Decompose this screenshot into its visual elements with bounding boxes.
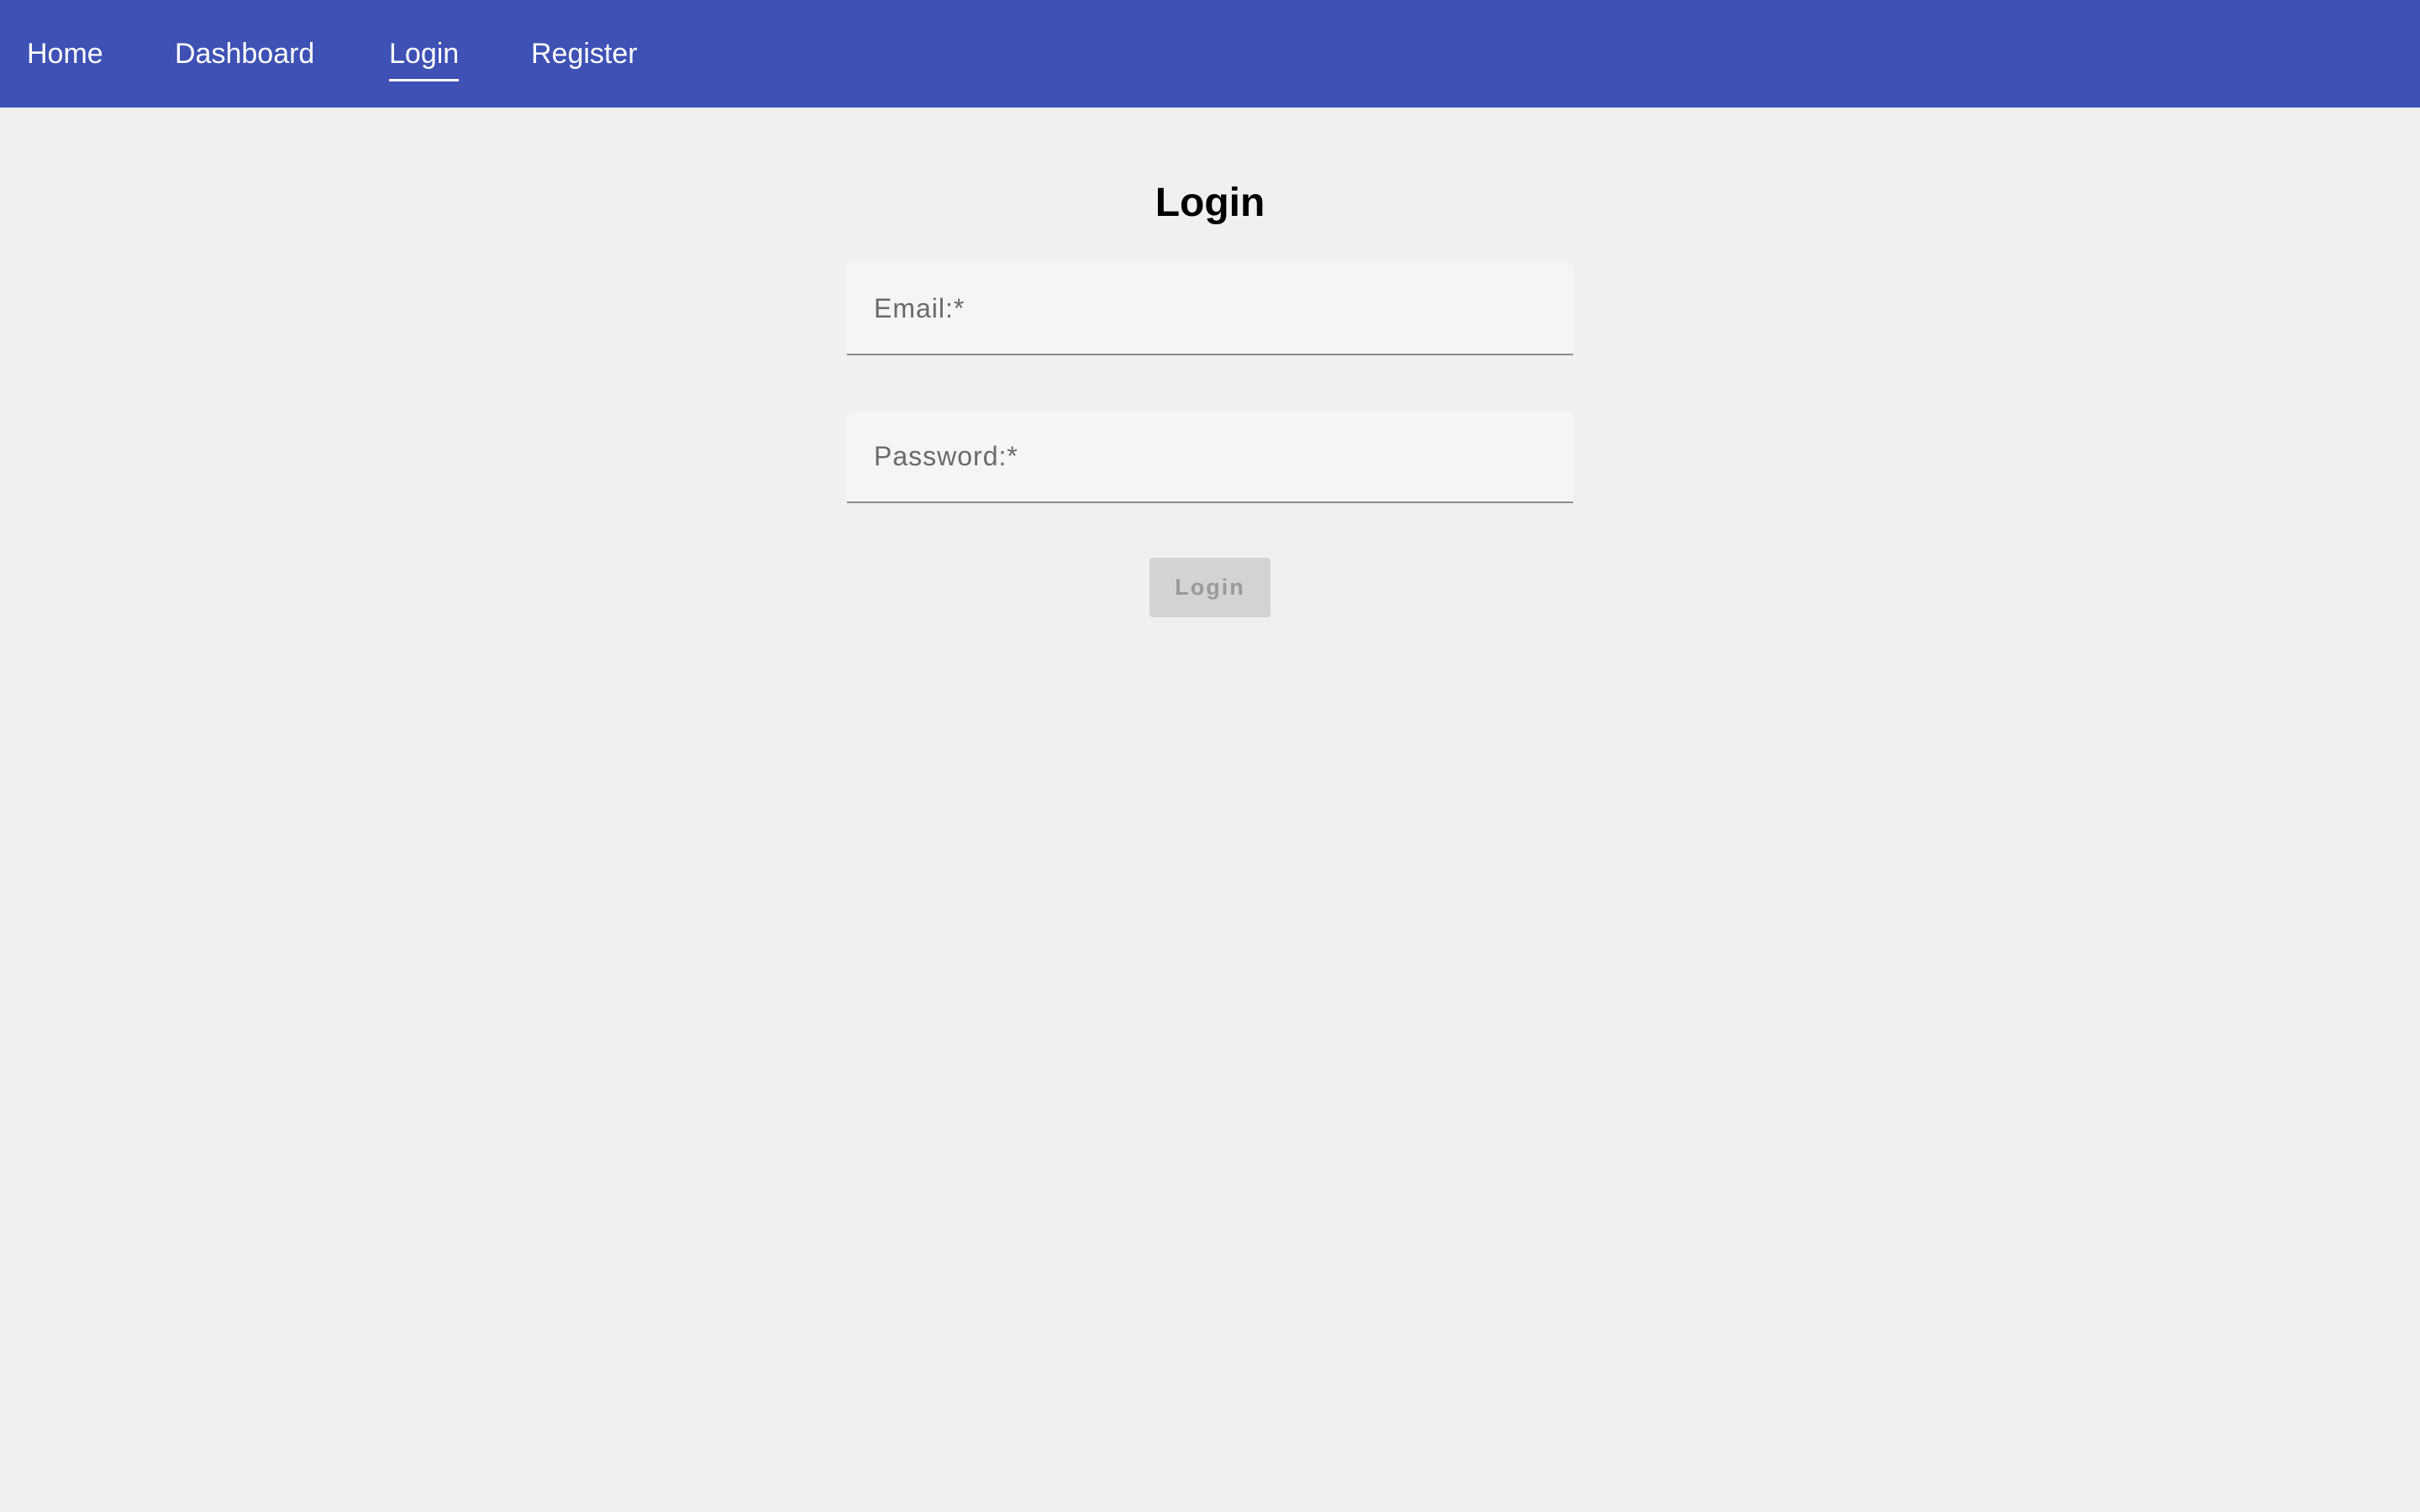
nav-link-home[interactable]: Home: [27, 0, 103, 108]
page-title: Login: [1155, 181, 1265, 225]
login-button[interactable]: Login: [1150, 558, 1270, 617]
password-field-container: [847, 411, 1573, 503]
nav-link-login[interactable]: Login: [389, 0, 460, 108]
top-navbar: Home Dashboard Login Register: [0, 0, 2420, 108]
password-field[interactable]: [847, 411, 1573, 501]
email-field[interactable]: [847, 263, 1573, 354]
email-field-container: [847, 263, 1573, 355]
nav-link-register[interactable]: Register: [531, 0, 638, 108]
nav-link-dashboard[interactable]: Dashboard: [175, 0, 314, 108]
